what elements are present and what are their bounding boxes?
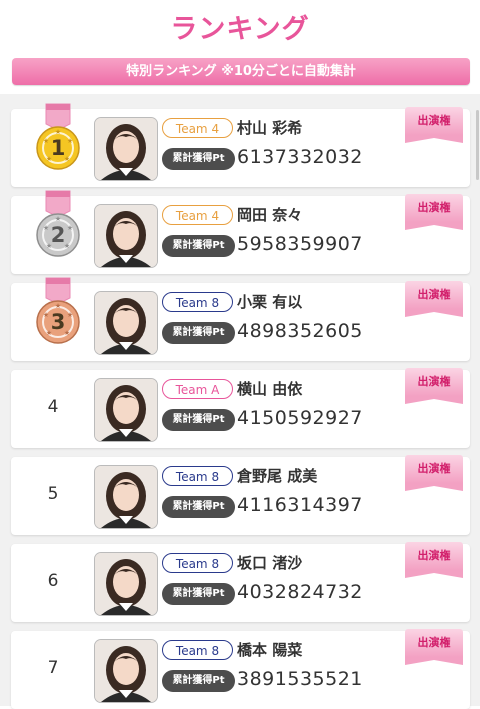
svg-text:★: ★ bbox=[67, 311, 73, 319]
team-badge: Team 4 bbox=[162, 118, 233, 138]
svg-text:★: ★ bbox=[67, 137, 73, 145]
member-name: 坂口 渚沙 bbox=[237, 554, 303, 572]
ranking-banner: 特別ランキング ※10分ごとに自動集計 bbox=[12, 58, 470, 85]
rank-number: 5 bbox=[47, 484, 59, 504]
appearance-right-label: 出演権 bbox=[405, 194, 463, 222]
member-photo[interactable] bbox=[94, 378, 158, 442]
team-badge: Team A bbox=[162, 379, 233, 399]
member-photo[interactable] bbox=[94, 291, 158, 355]
appearance-right-button[interactable]: 出演権 bbox=[405, 542, 463, 578]
total-points: 3891535521 bbox=[237, 668, 363, 690]
appearance-right-label: 出演権 bbox=[405, 542, 463, 570]
appearance-right-button[interactable]: 出演権 bbox=[405, 281, 463, 317]
ranking-card[interactable]: ★ ★ ★ ★ ★ 2 Team 4 岡田 奈々 累計獲得Pt 5958359907 出演権 bbox=[11, 190, 470, 274]
svg-text:★: ★ bbox=[43, 224, 49, 232]
total-points: 6137332032 bbox=[237, 146, 363, 168]
total-points: 4150592927 bbox=[237, 407, 363, 429]
gold-medal-icon: ★ ★★★ ★1 bbox=[36, 103, 80, 170]
appearance-right-button[interactable]: 出演権 bbox=[405, 629, 463, 665]
total-points: 4032824732 bbox=[237, 581, 363, 603]
member-photo[interactable] bbox=[94, 639, 158, 703]
ranking-card[interactable]: ★ ★ ★ ★ ★ 1 Team 4 村山 彩希 累計獲得Pt 6137332032 出演権 bbox=[11, 103, 470, 187]
member-name: 倉野尾 成美 bbox=[237, 467, 318, 485]
total-points-label: 累計獲得Pt bbox=[162, 583, 235, 605]
appearance-right-button[interactable]: 出演権 bbox=[405, 368, 463, 404]
member-photo[interactable] bbox=[94, 204, 158, 268]
member-name: 岡田 奈々 bbox=[237, 206, 303, 224]
member-name: 横山 由依 bbox=[237, 380, 303, 398]
ranking-card[interactable]: 5 Team 8 倉野尾 成美 累計獲得Pt 4116314397 出演権 bbox=[11, 455, 470, 535]
appearance-right-label: 出演権 bbox=[405, 107, 463, 135]
rank-number: 3 bbox=[51, 310, 66, 334]
total-points-label: 累計獲得Pt bbox=[162, 322, 235, 344]
team-badge: Team 8 bbox=[162, 292, 233, 312]
appearance-right-button[interactable]: 出演権 bbox=[405, 194, 463, 230]
member-photo[interactable] bbox=[94, 552, 158, 616]
page-header: ランキング bbox=[0, 0, 480, 50]
team-badge: Team 8 bbox=[162, 466, 233, 486]
bronze-medal-icon: ★ ★★★ ★3 bbox=[36, 277, 80, 344]
member-photo[interactable] bbox=[94, 465, 158, 529]
total-points-label: 累計獲得Pt bbox=[162, 235, 235, 257]
rank-number: 7 bbox=[47, 658, 59, 678]
svg-text:★: ★ bbox=[43, 311, 49, 319]
rank-number: 2 bbox=[51, 223, 66, 247]
ranking-card[interactable]: 6 Team 8 坂口 渚沙 累計獲得Pt 4032824732 出演権 bbox=[11, 542, 470, 622]
appearance-right-label: 出演権 bbox=[405, 368, 463, 396]
team-badge: Team 8 bbox=[162, 640, 233, 660]
silver-medal-icon: ★ ★★★ ★2 bbox=[36, 190, 80, 257]
appearance-right-label: 出演権 bbox=[405, 455, 463, 483]
svg-text:★: ★ bbox=[43, 137, 49, 145]
rank-number: 1 bbox=[51, 136, 66, 160]
rank-number: 4 bbox=[47, 397, 59, 417]
appearance-right-button[interactable]: 出演権 bbox=[405, 455, 463, 491]
svg-text:★: ★ bbox=[55, 128, 61, 136]
page-title: ランキング bbox=[170, 14, 310, 45]
rank-number: 6 bbox=[47, 571, 59, 591]
total-points-label: 累計獲得Pt bbox=[162, 496, 235, 518]
ranking-card[interactable]: 4 Team A 横山 由依 累計獲得Pt 4150592927 出演権 bbox=[11, 368, 470, 448]
total-points-label: 累計獲得Pt bbox=[162, 670, 235, 692]
appearance-right-button[interactable]: 出演権 bbox=[405, 107, 463, 143]
appearance-right-label: 出演権 bbox=[405, 629, 463, 657]
total-points: 4898352605 bbox=[237, 320, 363, 342]
svg-text:★: ★ bbox=[55, 215, 61, 223]
total-points: 5958359907 bbox=[237, 233, 363, 255]
member-name: 橋本 陽菜 bbox=[237, 641, 303, 659]
svg-text:★: ★ bbox=[67, 224, 73, 232]
member-name: 小栗 有以 bbox=[237, 293, 303, 311]
team-badge: Team 8 bbox=[162, 553, 233, 573]
member-photo[interactable] bbox=[94, 117, 158, 181]
scrollbar[interactable] bbox=[476, 110, 479, 180]
member-name: 村山 彩希 bbox=[237, 119, 303, 137]
team-badge: Team 4 bbox=[162, 205, 233, 225]
ranking-card[interactable]: 7 Team 8 橋本 陽菜 累計獲得Pt 3891535521 出演権 bbox=[11, 629, 470, 709]
ranking-card[interactable]: ★ ★ ★ ★ ★ 3 Team 8 小栗 有以 累計獲得Pt 4898352605 出演権 bbox=[11, 277, 470, 361]
appearance-right-label: 出演権 bbox=[405, 281, 463, 309]
svg-text:★: ★ bbox=[55, 302, 61, 310]
total-points-label: 累計獲得Pt bbox=[162, 409, 235, 431]
total-points-label: 累計獲得Pt bbox=[162, 148, 235, 170]
total-points: 4116314397 bbox=[237, 494, 363, 516]
